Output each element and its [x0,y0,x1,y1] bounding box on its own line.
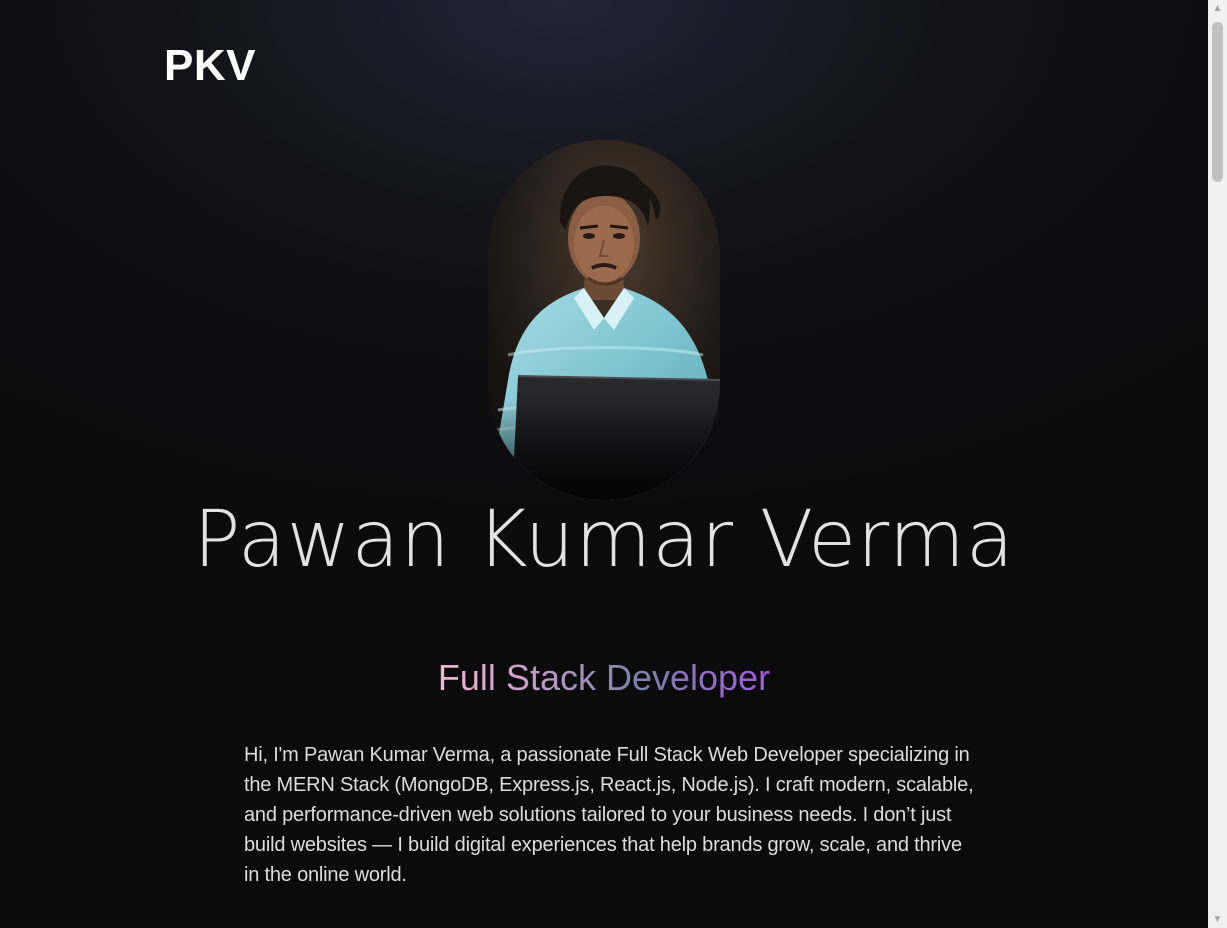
page: PKV Pawan Kumar Verma Full Stack Develop… [0,0,1208,928]
scrollbar-thumb[interactable] [1212,22,1223,182]
hero-name: Pawan Kumar Verma [193,495,1015,585]
vertical-scrollbar[interactable]: ▲ ▼ [1208,0,1227,928]
scroll-up-icon[interactable]: ▲ [1208,0,1227,17]
profile-portrait [488,140,720,500]
role-title-text: Full Stack Developer [437,657,771,698]
bio-paragraph: Hi, I'm Pawan Kumar Verma, a passionate … [244,744,974,886]
site-logo[interactable]: PKV [164,44,256,88]
role-title: Full Stack Developer [0,656,1208,699]
portrait-illustration [488,140,720,500]
scroll-down-icon[interactable]: ▼ [1208,911,1227,928]
